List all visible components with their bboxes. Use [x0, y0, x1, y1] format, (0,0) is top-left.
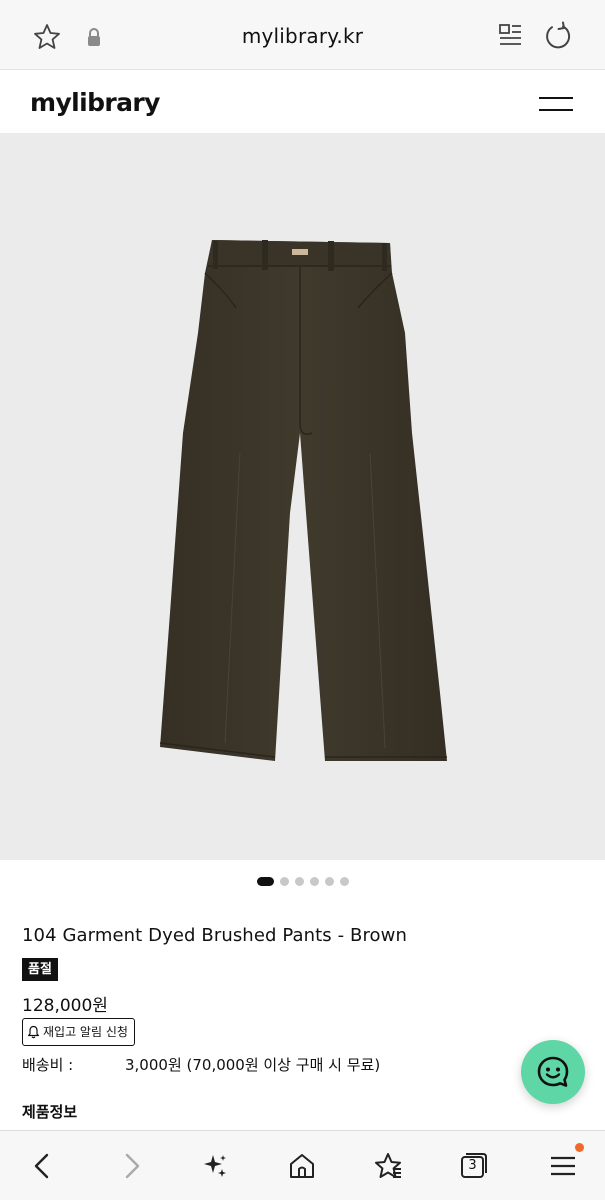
menu-icon[interactable]	[548, 1151, 578, 1181]
forward-icon[interactable]	[116, 1151, 146, 1181]
chat-smile-icon	[537, 1056, 569, 1087]
pagination-dot[interactable]	[279, 876, 289, 886]
bell-icon	[27, 1025, 40, 1039]
reader-mode-icon[interactable]	[497, 22, 523, 50]
restock-alert-button[interactable]: 재입고 알림 신청	[22, 1018, 135, 1046]
tabs-icon[interactable]: 3	[459, 1151, 489, 1181]
notification-dot	[575, 1143, 584, 1152]
pagination-dot[interactable]	[309, 876, 319, 886]
browser-toolbar: 3	[0, 1130, 605, 1200]
site-logo[interactable]: mylibrary	[30, 88, 160, 117]
soldout-badge: 품절	[22, 958, 58, 981]
product-info-heading[interactable]: 제품정보	[22, 1101, 77, 1122]
home-icon[interactable]	[287, 1151, 317, 1181]
product-title: 104 Garment Dyed Brushed Pants - Brown	[22, 925, 407, 946]
hamburger-menu-icon[interactable]	[539, 94, 573, 114]
pagination-dot[interactable]	[256, 876, 274, 886]
site-header: mylibrary	[0, 70, 605, 133]
pagination-dot[interactable]	[339, 876, 349, 886]
shipping-fee: 3,000원 (70,000원 이상 구매 시 무료)	[125, 1056, 381, 1074]
sparkle-icon[interactable]	[200, 1151, 230, 1181]
shipping-label: 배송비 :	[22, 1056, 74, 1074]
product-price: 128,000원	[22, 996, 108, 1016]
back-icon[interactable]	[28, 1151, 58, 1181]
bookmark-star-icon[interactable]	[373, 1151, 403, 1181]
product-image[interactable]	[0, 133, 605, 860]
browser-url-bar: mylibrary.kr	[0, 0, 605, 70]
tabs-count: 3	[468, 1158, 477, 1173]
chat-button[interactable]	[521, 1040, 585, 1104]
pagination-dot[interactable]	[324, 876, 334, 886]
pants-image	[159, 240, 447, 761]
restock-label: 재입고 알림 신청	[43, 1024, 128, 1039]
reload-icon[interactable]	[543, 21, 573, 51]
gallery-pagination	[0, 876, 605, 886]
pagination-dot[interactable]	[294, 876, 304, 886]
